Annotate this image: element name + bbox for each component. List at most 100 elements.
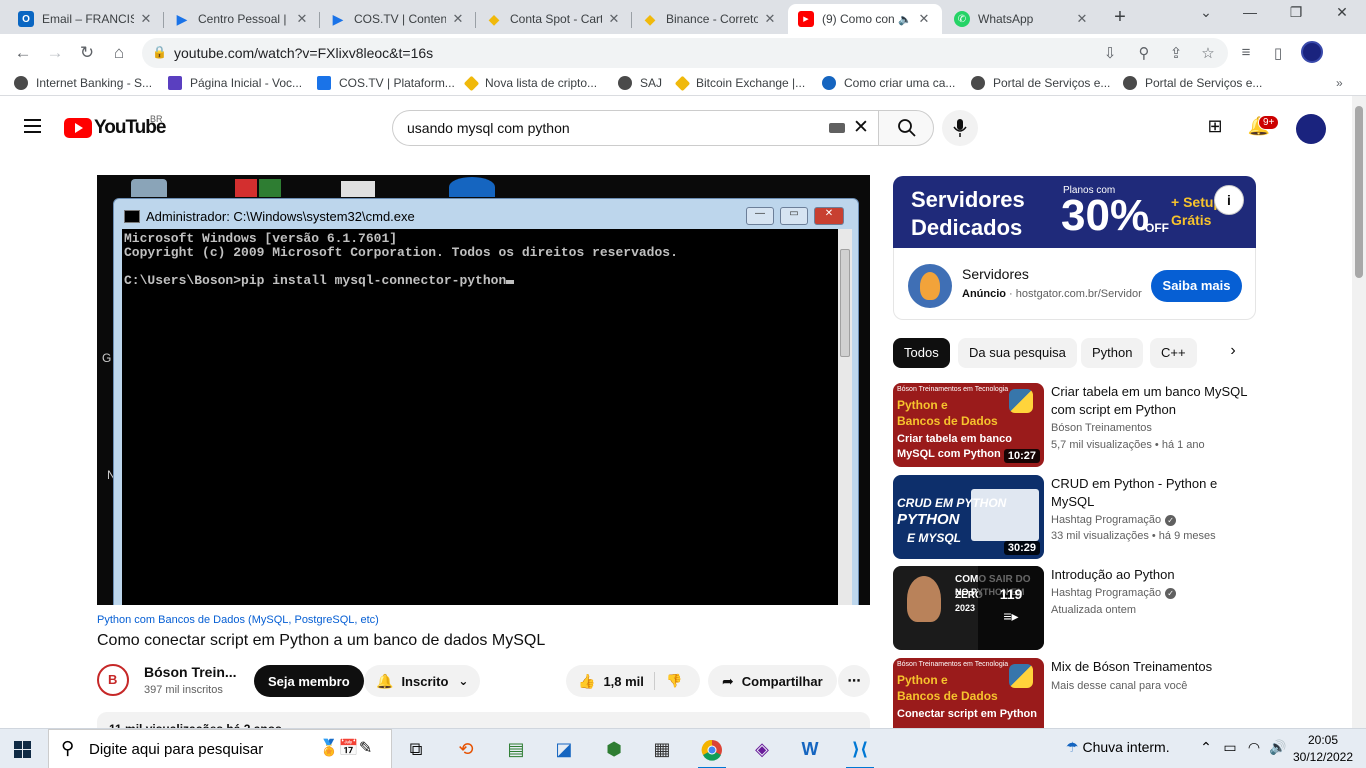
side-panel-icon[interactable]: ▯	[1268, 44, 1288, 62]
thumbs-down-icon[interactable]: 👎	[666, 673, 682, 689]
chip-da-sua-pesquisa[interactable]: Da sua pesquisa	[958, 338, 1077, 368]
more-actions-button[interactable]: ⋯	[838, 665, 870, 697]
bookmark-item[interactable]: Bitcoin Exchange |...	[674, 75, 805, 91]
video-thumbnail[interactable]: Bóson Treinamentos em Tecnologia Python …	[893, 383, 1044, 467]
voice-search-button[interactable]	[942, 110, 978, 146]
chip-python[interactable]: Python	[1081, 338, 1144, 368]
page-scrollbar[interactable]	[1352, 96, 1366, 728]
tab-binance[interactable]: ◆ Binance - Correto ✕	[632, 4, 788, 34]
taskbar-search-input[interactable]: Digite aqui para pesquisar	[89, 741, 263, 758]
mix-thumbnail[interactable]: Bóson Treinamentos em Tecnologia Python …	[893, 658, 1044, 728]
bluestacks-icon[interactable]: ◈	[742, 733, 782, 768]
3d-app-icon[interactable]: ⬢	[594, 733, 634, 768]
tab-email[interactable]: O Email – FRANCISC ✕	[8, 4, 164, 34]
like-button[interactable]: 👍 1,8 mil	[578, 665, 644, 697]
vscode-icon[interactable]: ⟩⟨	[840, 733, 880, 768]
rec-title[interactable]: CRUD em Python - Python e MySQL	[1051, 475, 1251, 511]
chevron-right-icon[interactable]: ›	[1222, 342, 1244, 360]
rec-title[interactable]: Mix de Bóson Treinamentos	[1051, 658, 1251, 676]
tab-cos-tv[interactable]: ▶ COS.TV | Content ✕	[320, 4, 476, 34]
rec-title[interactable]: Criar tabela em um banco MySQL com scrip…	[1051, 383, 1251, 419]
back-button[interactable]: ←	[10, 40, 36, 66]
clear-search-icon[interactable]: ✕	[853, 116, 869, 139]
task-view-icon[interactable]: ⧉	[396, 733, 436, 768]
share-button[interactable]: ➦ Compartilhar	[708, 665, 837, 697]
chevron-up-icon[interactable]: ⌃	[1196, 739, 1216, 756]
ad-card[interactable]: Servidores Anúncio · hostgator.com.br/Se…	[893, 248, 1256, 320]
chip-todos[interactable]: Todos	[893, 338, 950, 368]
video-player[interactable]: G N Administrador: C:\Windows\system32\c…	[97, 175, 870, 605]
zoom-icon[interactable]: ⚲	[1134, 44, 1154, 62]
home-button[interactable]: ⌂	[106, 40, 132, 66]
bookmark-item[interactable]: Como criar uma ca...	[822, 76, 955, 90]
spreadsheet-app-icon[interactable]: ▤	[496, 733, 536, 768]
account-avatar[interactable]	[1296, 114, 1326, 144]
windows-start-icon[interactable]	[14, 741, 31, 758]
tab-conta-spot[interactable]: ◆ Conta Spot - Carte ✕	[476, 4, 632, 34]
close-icon[interactable]: ✕	[138, 11, 154, 27]
word-icon[interactable]: W	[790, 733, 830, 768]
recommendation-item[interactable]: CRUD EM PYTHON PYTHON E MYSQL 30:29 CRUD…	[893, 475, 1256, 559]
search-input[interactable]: usando mysql com python	[407, 120, 570, 136]
create-video-icon[interactable]: ⊞	[1203, 116, 1227, 137]
playlist-link[interactable]: Python com Bancos de Dados (MySQL, Postg…	[97, 614, 379, 626]
recommendation-item[interactable]: Bóson Treinamentos em Tecnologia Python …	[893, 383, 1256, 467]
reload-button[interactable]: ↻	[74, 40, 100, 66]
tab-centro-pessoal[interactable]: ▶ Centro Pessoal | C ✕	[164, 4, 320, 34]
calculator-icon[interactable]: ▦	[642, 733, 682, 768]
close-icon[interactable]: ✕	[1074, 11, 1090, 27]
audio-playing-icon[interactable]: 🔈	[898, 13, 912, 26]
address-bar[interactable]: 🔒 youtube.com/watch?v=FXlixv8leoc&t=16s …	[142, 38, 1228, 68]
bookmark-item[interactable]: Página Inicial - Voc...	[168, 76, 302, 90]
minimize-button[interactable]: —	[1230, 4, 1270, 20]
subscribed-button[interactable]: 🔔 Inscrito ⌄	[364, 665, 481, 697]
ad-cta-button[interactable]: Saiba mais	[1151, 270, 1242, 302]
join-button[interactable]: Seja membro	[254, 665, 364, 697]
weather-widget[interactable]: ☂ Chuva interm.	[1066, 739, 1170, 756]
close-icon[interactable]: ✕	[916, 11, 932, 27]
maximize-button[interactable]: ❐	[1276, 4, 1316, 21]
system-clock[interactable]: 20:05 30/12/2022	[1292, 732, 1354, 766]
bookmark-item[interactable]: Portal de Serviços e...	[1123, 76, 1262, 90]
channel-name[interactable]: Bóson Trein...	[144, 664, 237, 680]
app-icon[interactable]: ⟲	[446, 733, 486, 768]
database-app-icon[interactable]: ◪	[544, 733, 584, 768]
chrome-icon[interactable]	[692, 733, 732, 768]
chip-cpp[interactable]: C++	[1150, 338, 1197, 368]
menu-icon[interactable]	[24, 119, 41, 133]
rec-channel[interactable]: Hashtag Programação ✓	[1051, 587, 1177, 599]
tab-search-icon[interactable]: ⌄	[1186, 4, 1226, 21]
share-icon[interactable]: ⇪	[1166, 44, 1186, 62]
rec-title[interactable]: Introdução ao Python	[1051, 566, 1251, 584]
ad-banner[interactable]: Servidores Dedicados Planos com 30% OFF +…	[893, 176, 1256, 248]
close-icon[interactable]: ✕	[450, 11, 466, 27]
close-icon[interactable]: ✕	[762, 11, 778, 27]
lock-icon[interactable]: 🔒	[152, 45, 167, 59]
more-bookmarks-icon[interactable]: »	[1336, 76, 1343, 90]
forward-button[interactable]: →	[42, 40, 68, 66]
recommendation-item[interactable]: Bóson Treinamentos em Tecnologia Python …	[893, 658, 1256, 728]
bookmark-item[interactable]: Internet Banking - S...	[14, 76, 152, 90]
close-icon[interactable]: ✕	[294, 11, 310, 27]
youtube-logo[interactable]: YouTube BR	[64, 114, 166, 139]
url-text[interactable]: youtube.com/watch?v=FXlixv8leoc&t=16s	[174, 45, 433, 61]
tab-whatsapp[interactable]: ✆ WhatsApp ✕	[944, 4, 1100, 34]
profile-avatar[interactable]	[1301, 41, 1323, 63]
channel-avatar[interactable]	[97, 664, 129, 696]
taskbar-search[interactable]: ⚲ Digite aqui para pesquisar 🏅📅✎	[48, 729, 392, 768]
volume-icon[interactable]: 🔊	[1268, 739, 1288, 756]
rec-channel[interactable]: Bóson Treinamentos	[1051, 422, 1152, 434]
bookmark-star-icon[interactable]: ☆	[1198, 44, 1218, 62]
search-button[interactable]	[878, 110, 934, 146]
bookmark-item[interactable]: SAJ	[618, 76, 662, 90]
wifi-icon[interactable]: ◠	[1244, 739, 1264, 756]
bookmark-item[interactable]: Nova lista de cripto...	[463, 75, 597, 91]
media-control-icon[interactable]: ≡	[1236, 44, 1256, 61]
scroll-thumb[interactable]	[1355, 106, 1363, 278]
new-tab-button[interactable]: +	[1108, 6, 1132, 29]
bookmark-item[interactable]: COS.TV | Plataform...	[317, 76, 455, 90]
rec-channel[interactable]: Hashtag Programação ✓	[1051, 514, 1177, 526]
playlist-thumbnail[interactable]: COMO SAIR DO ZERO NO PYTHON EM 2023 119 …	[893, 566, 1044, 650]
install-app-icon[interactable]: ⇩	[1100, 44, 1120, 62]
tab-youtube[interactable]: ▶ (9) Como con 🔈 ✕	[788, 4, 942, 34]
